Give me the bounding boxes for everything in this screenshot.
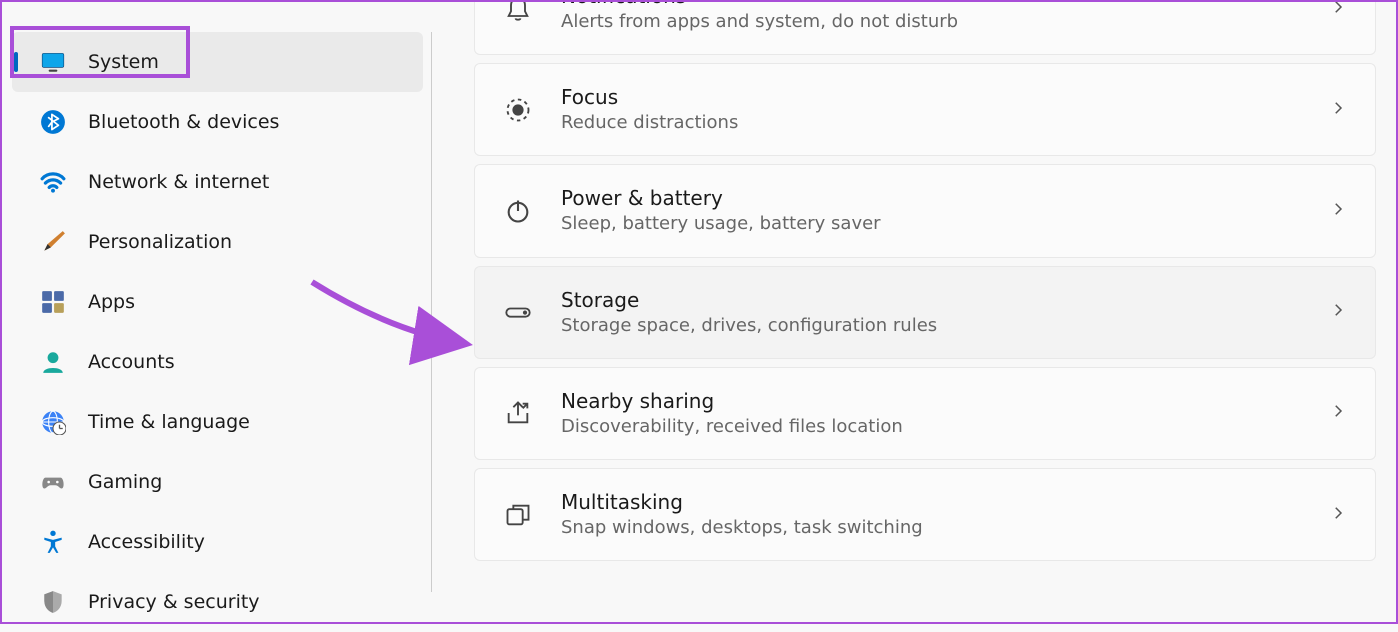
accessibility-icon [40, 529, 66, 555]
drive-icon [503, 297, 533, 327]
chevron-right-icon [1329, 402, 1347, 424]
chevron-right-icon [1329, 99, 1347, 121]
sidebar-item-label: Personalization [88, 231, 232, 253]
sidebar-item-personalization[interactable]: Personalization [12, 212, 423, 272]
bluetooth-icon [40, 109, 66, 135]
wifi-icon [40, 169, 66, 195]
card-storage[interactable]: Storage Storage space, drives, configura… [474, 266, 1376, 359]
bell-icon [503, 2, 533, 24]
settings-content: Notifications Alerts from apps and syste… [432, 2, 1396, 622]
shield-icon [40, 589, 66, 615]
power-icon [503, 196, 533, 226]
sidebar-item-label: Bluetooth & devices [88, 111, 279, 133]
card-title: Focus [561, 84, 1319, 110]
clock-globe-icon [40, 409, 66, 435]
chevron-right-icon [1329, 301, 1347, 323]
apps-icon [40, 289, 66, 315]
card-subtitle: Alerts from apps and system, do not dist… [561, 9, 1319, 34]
sidebar-item-label: System [88, 51, 159, 73]
card-title: Notifications [561, 2, 1319, 9]
sidebar-item-bluetooth-devices[interactable]: Bluetooth & devices [12, 92, 423, 152]
sidebar-item-label: Time & language [88, 411, 250, 433]
brush-icon [40, 229, 66, 255]
card-subtitle: Snap windows, desktops, task switching [561, 515, 1319, 540]
card-title: Multitasking [561, 489, 1319, 515]
sidebar-item-accounts[interactable]: Accounts [12, 332, 423, 392]
sidebar-item-label: Accessibility [88, 531, 205, 553]
sidebar-item-privacy-security[interactable]: Privacy & security [12, 572, 423, 632]
sidebar-item-label: Accounts [88, 351, 175, 373]
sidebar-item-system[interactable]: System [12, 32, 423, 92]
card-title: Power & battery [561, 185, 1319, 211]
share-icon [503, 398, 533, 428]
sidebar-item-label: Network & internet [88, 171, 269, 193]
focus-icon [503, 95, 533, 125]
card-nearby-sharing[interactable]: Nearby sharing Discoverability, received… [474, 367, 1376, 460]
sidebar-item-label: Privacy & security [88, 591, 260, 613]
sidebar-item-accessibility[interactable]: Accessibility [12, 512, 423, 572]
sidebar-item-time-language[interactable]: Time & language [12, 392, 423, 452]
sidebar-item-label: Apps [88, 291, 135, 313]
person-icon [40, 349, 66, 375]
card-title: Storage [561, 287, 1319, 313]
card-subtitle: Discoverability, received files location [561, 414, 1319, 439]
sidebar-item-network-internet[interactable]: Network & internet [12, 152, 423, 212]
sidebar-item-gaming[interactable]: Gaming [12, 452, 423, 512]
sidebar-item-label: Gaming [88, 471, 162, 493]
card-subtitle: Storage space, drives, configuration rul… [561, 313, 1319, 338]
chevron-right-icon [1329, 2, 1347, 20]
gamepad-icon [40, 469, 66, 495]
sidebar-item-apps[interactable]: Apps [12, 272, 423, 332]
card-subtitle: Reduce distractions [561, 110, 1319, 135]
card-multitasking[interactable]: Multitasking Snap windows, desktops, tas… [474, 468, 1376, 561]
card-title: Nearby sharing [561, 388, 1319, 414]
chevron-right-icon [1329, 504, 1347, 526]
card-notifications[interactable]: Notifications Alerts from apps and syste… [474, 2, 1376, 55]
card-subtitle: Sleep, battery usage, battery saver [561, 211, 1319, 236]
card-focus[interactable]: Focus Reduce distractions [474, 63, 1376, 156]
monitor-icon [40, 49, 66, 75]
sidebar-nav: System Bluetooth & devices Network & int… [2, 2, 432, 622]
card-power-battery[interactable]: Power & battery Sleep, battery usage, ba… [474, 164, 1376, 257]
multitask-icon [503, 500, 533, 530]
chevron-right-icon [1329, 200, 1347, 222]
